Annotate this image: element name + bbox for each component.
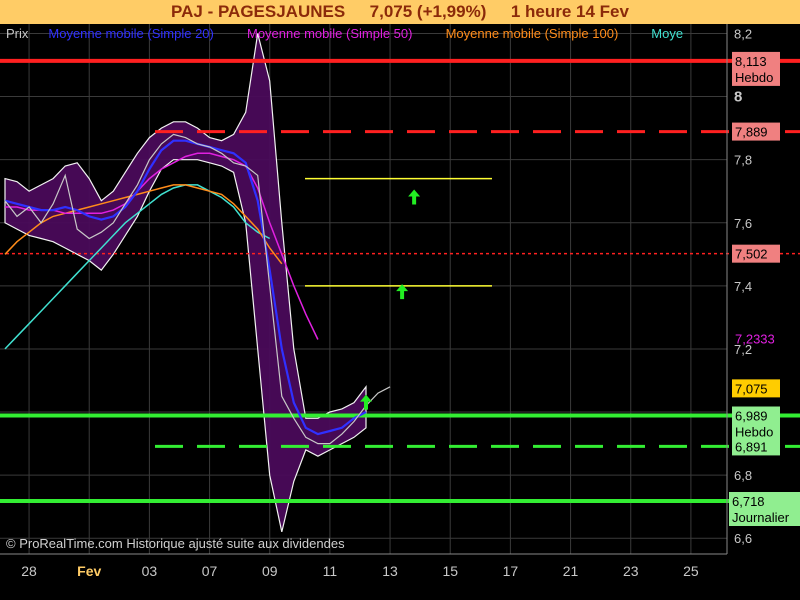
quote-value: 7,075 (+1,99%) <box>369 2 487 21</box>
x-tick-label: 09 <box>262 563 278 579</box>
x-tick-label: 03 <box>142 563 158 579</box>
price-label-tag: 6,718Journalier <box>729 492 800 526</box>
x-tick-label: Fev <box>77 563 101 579</box>
symbol-name: PAJ - PAGESJAUNES <box>171 2 346 21</box>
x-tick-label: 23 <box>623 563 639 579</box>
price-label-tag: 6,989Hebdo <box>732 406 780 441</box>
legend-item: Moyenne mobile (Simple 50) <box>247 26 412 41</box>
price-label-sub: Hebdo <box>735 425 773 440</box>
chart-title-bar: PAJ - PAGESJAUNES 7,075 (+1,99%) 1 heure… <box>0 0 800 25</box>
y-tick-label: 8,2 <box>734 26 752 41</box>
copyright-footer: © ProRealTime.com Historique ajusté suit… <box>6 536 345 551</box>
y-tick-label: 6,6 <box>734 531 752 546</box>
price-label-tag: 6,891 <box>732 437 780 456</box>
chart-legend: Prix Moyenne mobile (Simple 20) Moyenne mo… <box>6 26 683 41</box>
legend-item: Prix <box>6 26 29 41</box>
price-label-sub: Hebdo <box>735 70 773 85</box>
x-tick-label: 25 <box>683 563 699 579</box>
y-tick-label: 7,8 <box>734 153 752 168</box>
legend-item: Moyenne mobile (Simple 100) <box>446 26 619 41</box>
price-label-tag: 7,502 <box>732 244 780 263</box>
period-label: 1 heure 14 Fev <box>510 2 629 21</box>
price-label-value: 7,889 <box>735 125 768 140</box>
x-tick-label: 13 <box>382 563 398 579</box>
y-tick-label: 7,6 <box>734 216 752 231</box>
x-tick-label: 28 <box>21 563 37 579</box>
y-tick-label: 7,4 <box>734 279 752 294</box>
x-tick-label: 21 <box>563 563 579 579</box>
price-label-value: 7,075 <box>735 381 768 396</box>
x-tick-label: 17 <box>503 563 519 579</box>
price-label-tag: 7,2333 <box>735 331 775 346</box>
x-tick-label: 11 <box>323 563 338 579</box>
price-label-value: 6,891 <box>735 439 768 454</box>
chart-background <box>0 24 800 600</box>
y-tick-label: 6,8 <box>734 468 752 483</box>
price-label-tag: 7,075 <box>732 379 780 398</box>
y-tick-label: 8 <box>734 89 742 106</box>
price-label-sub: Journalier <box>732 510 790 525</box>
price-label-value: 6,989 <box>735 409 768 424</box>
price-label-tag: 8,113Hebdo <box>732 51 780 86</box>
price-label-value: 7,502 <box>735 247 768 262</box>
legend-item: Moyenne mobile (Simple 20) <box>48 26 213 41</box>
price-label-value: 6,718 <box>732 494 765 509</box>
price-label-tag: 7,889 <box>732 122 780 141</box>
price-label-value: 8,113 <box>735 54 767 69</box>
x-tick-label: 07 <box>202 563 218 579</box>
price-label-value: 7,2333 <box>735 331 775 346</box>
price-chart[interactable]: 8,287,87,67,47,276,86,6 28Fev03070911131… <box>0 24 800 600</box>
legend-item: Moye <box>651 26 683 41</box>
x-tick-label: 15 <box>442 563 458 579</box>
